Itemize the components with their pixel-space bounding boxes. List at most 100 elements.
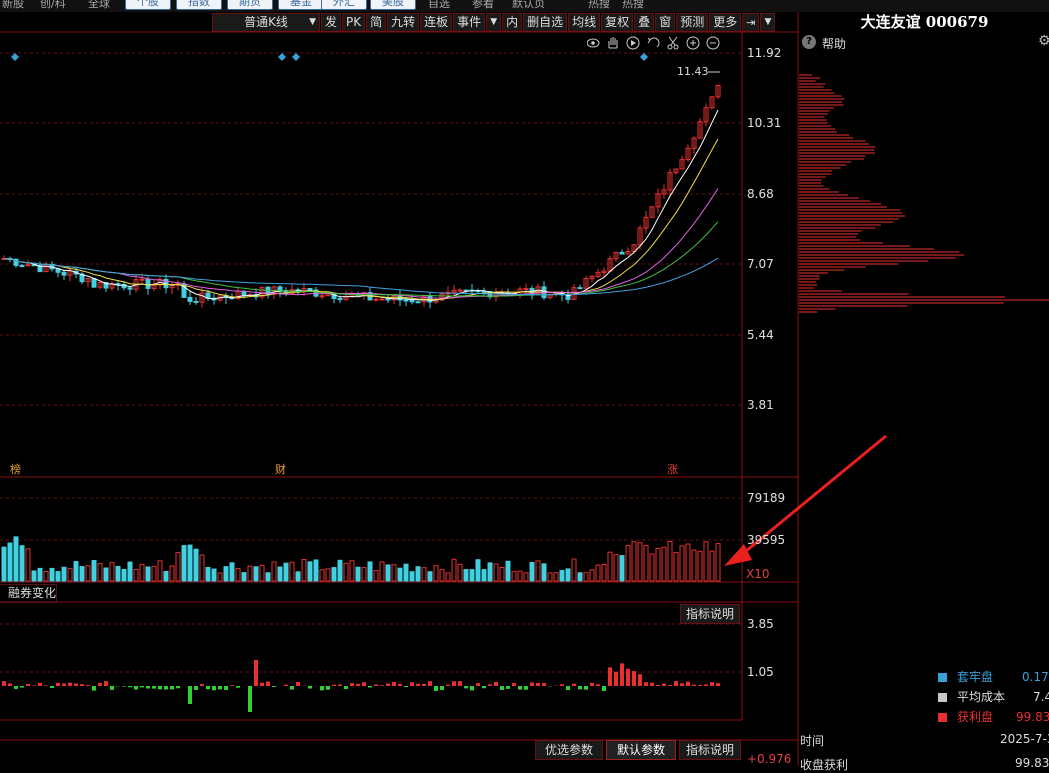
event-diamond[interactable] [640,53,648,61]
indicator-bar [368,686,372,687]
volume-bar [164,572,168,581]
indicator-bar [230,685,234,686]
volume-bar [254,567,258,581]
candle-body [374,299,378,300]
indicator-bar [572,684,576,686]
volume-bar [302,559,306,581]
volume-bar [152,567,156,581]
volume-bar [266,573,270,581]
volume-bar [578,573,582,581]
volume-bar [308,562,312,581]
volume-bar [692,550,696,581]
indicator-bar [422,684,426,686]
indicator-bar [38,683,42,686]
volume-bar [56,572,60,581]
indicator-bar [524,686,528,690]
indicator-bar [494,682,498,686]
price-tick: 11.92 [747,46,781,60]
event-diamond[interactable] [292,53,300,61]
indicator-bar [32,685,36,686]
volume-bar [272,562,276,581]
volume-bar [104,568,108,581]
indicator-bar [164,686,168,690]
event-marker-cai[interactable]: 财 [275,461,286,477]
volume-bar [332,568,336,581]
candle-body [578,288,582,289]
volume-bar [620,556,624,581]
indicator-bar [284,685,288,686]
volume-bar [428,572,432,581]
indicator-bar [398,684,402,686]
event-diamonds [11,53,648,61]
candle-body [620,252,624,254]
tab-default-params[interactable]: 默认参数 [606,740,676,760]
indicator-bar [290,686,294,690]
volume-bar [410,572,414,581]
volume-bar [140,564,144,581]
indicator-bar [476,683,480,686]
indicator-bar [608,667,612,686]
volume-bar [314,560,318,581]
volume-bar [32,571,36,581]
volume-bar [464,570,468,581]
indicator-bar [296,682,300,686]
candle-body [380,299,384,300]
volume-bar [8,543,12,581]
ma5-line [4,110,718,300]
volume-bar [62,567,66,581]
tab-indicator-help[interactable]: 指标说明 [679,740,741,760]
indicator-bar [710,682,714,686]
candle-body [146,279,150,288]
volume-bar [500,567,504,581]
high-price-marker: 11.43 [677,65,709,78]
volume-bar [158,561,162,581]
candle-body [338,298,342,299]
volume-bar [494,564,498,581]
indicator-bar [134,686,138,690]
candle-body [26,265,30,266]
indicator-bar [482,686,486,688]
close-profit-label: 收盘获利 [800,756,848,773]
indicator-bar [500,686,504,690]
moving-average-lines [4,110,718,300]
volume-bar [14,537,18,581]
indicator-tick: 1.05 [747,665,774,679]
indicator-title[interactable]: 融券变化 [0,584,57,603]
volume-bar [350,561,354,581]
volume-bar [596,565,600,581]
event-marker-zhang[interactable]: 涨 [667,461,678,477]
indicator-bar [2,681,6,686]
candle-body [20,265,24,266]
volume-bar [212,569,216,581]
volume-bar [404,564,408,581]
volume-bar [248,566,252,581]
volume-bar [146,567,150,581]
volume-bar [134,569,138,581]
indicator-bars [2,660,720,712]
event-diamond[interactable] [278,53,286,61]
volume-bar [542,564,546,581]
indicator-bar [614,672,618,686]
indicator-bar [542,683,546,686]
indicator-bar [50,686,54,688]
event-marker-bang[interactable]: 榜 [10,461,21,477]
indicator-bar [566,686,570,690]
legend-avg-cost: 平均成本7.4 [938,689,1005,705]
indicator-bar [200,684,204,686]
event-diamond[interactable] [11,53,19,61]
volume-bar [242,573,246,581]
chart-canvas [0,0,1049,766]
volume-bars [2,537,720,581]
indicator-bar [470,686,474,690]
tab-preferred-params[interactable]: 优选参数 [535,740,603,760]
indicator-bar [632,671,636,686]
candle-body [404,300,408,301]
indicator-help-button[interactable]: 指标说明 [680,604,740,624]
legend-swatch [938,713,947,722]
candle-body [62,272,66,275]
volume-bar [560,570,564,581]
volume-bar [530,563,534,581]
volume-bar [80,567,84,581]
volume-tick: 39595 [747,533,785,547]
legend-label: 获利盘 [957,710,993,724]
